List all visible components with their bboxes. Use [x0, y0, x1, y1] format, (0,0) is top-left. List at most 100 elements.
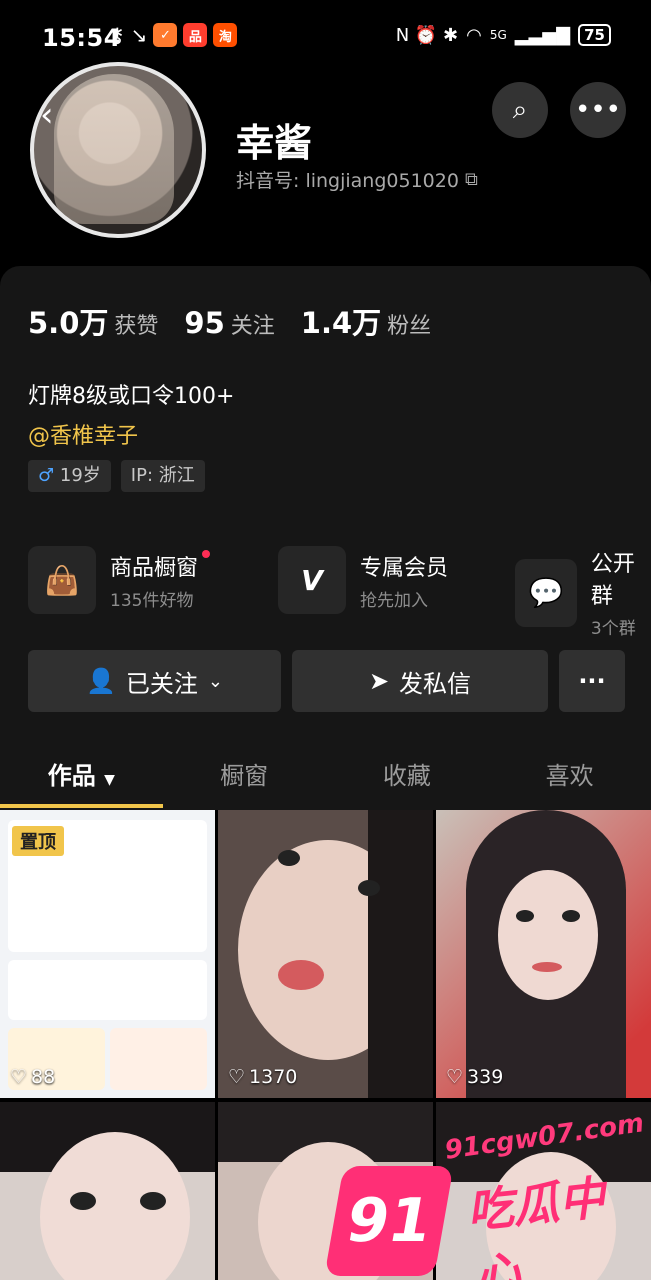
- ip-text: IP: 浙江: [130, 465, 195, 486]
- send-icon: ➤: [368, 667, 390, 695]
- profile-nickname: 幸酱: [236, 121, 313, 165]
- thumb-eye: [140, 1192, 166, 1210]
- stat-followers-label: 粉丝: [387, 314, 432, 339]
- stat-following-num: 95: [184, 306, 225, 340]
- heart-icon: ♡: [446, 1066, 464, 1088]
- stat-followers[interactable]: 1.4万 粉丝: [301, 300, 431, 342]
- more-actions-button[interactable]: ···: [559, 650, 625, 712]
- stat-likes-label: 获赞: [114, 314, 159, 339]
- thumb-mouth: [278, 960, 324, 990]
- watermark-title: 吃瓜中心: [464, 1170, 608, 1280]
- followed-button[interactable]: 👤 已关注 ⌄: [28, 650, 281, 712]
- video-likes: ♡ 88: [10, 1066, 55, 1088]
- notification-dot: [202, 549, 211, 558]
- thumb-eye: [562, 910, 580, 922]
- avatar-photo: [54, 74, 174, 224]
- video-thumbnail[interactable]: ♡ 1370: [218, 810, 433, 1098]
- service-group-sub: 3个群: [590, 619, 636, 639]
- service-membership[interactable]: V 专属会员 抢先加入: [278, 546, 448, 614]
- profile-mention-link[interactable]: @香椎幸子: [28, 418, 138, 450]
- v-icon: V: [278, 546, 346, 614]
- back-icon[interactable]: ‹: [40, 95, 54, 135]
- service-title: 商品橱窗: [110, 549, 211, 582]
- stat-followers-num: 1.4万: [300, 306, 382, 340]
- caret-down-icon: ▼: [104, 772, 115, 788]
- search-button[interactable]: ⌕: [492, 82, 548, 138]
- taobao-app-icon: 淘: [213, 23, 238, 47]
- message-label: 发私信: [399, 669, 472, 698]
- followed-label: 已关注: [125, 669, 198, 698]
- thumb-eye: [70, 1192, 96, 1210]
- service-group[interactable]: 💬 公开群 3个群: [515, 546, 651, 639]
- service-membership-sub: 抢先加入: [360, 590, 428, 611]
- service-membership-title: 专属会员: [360, 555, 449, 581]
- user-check-icon: 👤: [86, 667, 116, 695]
- bag-icon: 👜: [28, 546, 96, 614]
- profile-card: [0, 266, 651, 810]
- shopping-app-icon: ✓: [153, 23, 178, 47]
- thumb-eye: [358, 880, 380, 896]
- video-thumbnail[interactable]: [0, 1102, 215, 1280]
- wifi-icon: ◠: [466, 24, 482, 46]
- status-left-icons: ⚷ ↘ ✓ 品 淘: [110, 22, 238, 48]
- pinduoduo-app-icon: 品: [183, 23, 208, 47]
- stat-following[interactable]: 95 关注: [184, 306, 274, 340]
- pinned-badge: 置顶: [12, 826, 64, 856]
- profile-tags: ♂ 19岁 IP: 浙江: [28, 460, 205, 492]
- watermark-url: 91cgw07.com: [443, 1108, 647, 1166]
- stat-likes-num: 5.0万: [28, 306, 109, 340]
- age-text: 19岁: [59, 465, 101, 486]
- copy-icon[interactable]: ⧉: [465, 169, 478, 190]
- watermark-logo: 91: [324, 1166, 454, 1276]
- network-label: 5G: [489, 28, 507, 42]
- video-thumbnail[interactable]: ♡ 339: [436, 810, 651, 1098]
- video-likes: ♡ 1370: [228, 1066, 297, 1088]
- ip-tag: IP: 浙江: [120, 460, 205, 492]
- content-tabs: 作品 ▼ 橱窗 收藏 喜欢: [0, 750, 651, 808]
- watermark: 91cgw07.com 91 吃瓜中心: [324, 1108, 651, 1280]
- tab-showcase[interactable]: 橱窗: [163, 750, 326, 808]
- service-group-title: 公开群: [590, 552, 635, 609]
- service-storefront[interactable]: 👜 商品橱窗 135件好物: [28, 546, 211, 614]
- douyin-id: 抖音号: lingjiang051020 ⧉: [236, 166, 478, 193]
- chevron-down-icon: ⌄: [207, 670, 223, 692]
- thumb-mouth: [532, 962, 562, 972]
- tab-works[interactable]: 作品 ▼: [0, 750, 163, 808]
- video-thumbnail[interactable]: 置顶 ♡ 88: [0, 810, 215, 1098]
- like-count: 88: [31, 1066, 56, 1088]
- heart-icon: ♡: [10, 1066, 28, 1088]
- signal-icon: ▂▃▅▇: [514, 24, 571, 46]
- thumb-list: [8, 960, 207, 1020]
- thumb-face: [498, 870, 598, 1000]
- status-bar: 15:54 ⚷ ↘ ✓ 品 淘 N ⏰ ✱ ◠ 5G ▂▃▅▇ 75: [0, 0, 651, 70]
- like-count: 339: [467, 1066, 504, 1088]
- status-right-icons: N ⏰ ✱ ◠ 5G ▂▃▅▇ 75: [396, 24, 611, 46]
- search-icon: ⌕: [512, 94, 528, 125]
- more-options-button[interactable]: •••: [570, 82, 626, 138]
- battery-indicator: 75: [578, 24, 611, 46]
- heart-icon: ♡: [228, 1066, 246, 1088]
- tab-underline: [0, 804, 163, 808]
- chat-icon: 💬: [515, 558, 577, 627]
- tab-likes[interactable]: 喜欢: [488, 750, 651, 808]
- stat-following-label: 关注: [230, 314, 275, 339]
- thumb-hair: [368, 810, 433, 1098]
- avatar[interactable]: [30, 62, 206, 238]
- male-icon: ♂: [38, 465, 55, 486]
- service-storefront-sub: 135件好物: [110, 590, 194, 611]
- message-button[interactable]: ➤ 发私信: [292, 650, 548, 712]
- service-storefront-title: 商品橱窗: [110, 555, 199, 581]
- stat-likes[interactable]: 5.0万 获赞: [28, 300, 158, 342]
- thumb-card-2: [110, 1028, 207, 1090]
- douyin-id-text: 抖音号: lingjiang051020: [236, 170, 459, 192]
- more-icon: •••: [574, 95, 621, 125]
- key-icon: ⚷: [110, 23, 125, 47]
- profile-stats: 5.0万 获赞 95 关注 1.4万 粉丝: [28, 300, 431, 342]
- missed-call-icon: ↘: [130, 23, 148, 47]
- thumb-eye: [278, 850, 300, 866]
- profile-bio: 灯牌8级或口令100+: [28, 384, 235, 409]
- tab-works-label: 作品: [47, 762, 96, 790]
- thumb-eye: [516, 910, 534, 922]
- nfc-alarm-bluetooth-icons: N ⏰ ✱: [395, 24, 459, 46]
- tab-favorites[interactable]: 收藏: [326, 750, 489, 808]
